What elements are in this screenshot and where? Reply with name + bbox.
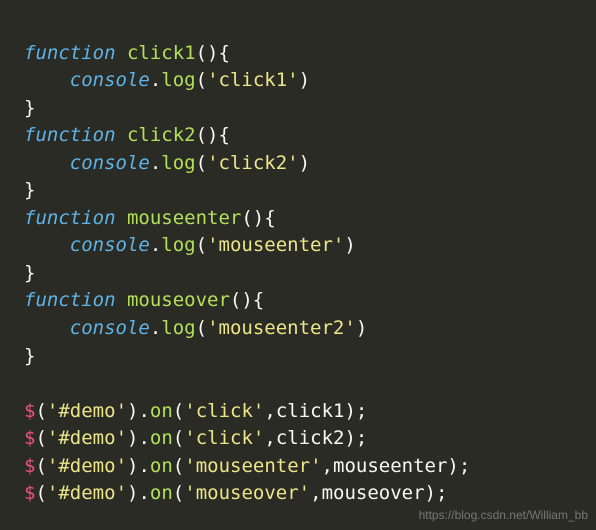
keyword-function: function	[24, 42, 116, 64]
string-literal: mouseenter	[219, 234, 333, 256]
event-string: click	[196, 400, 253, 422]
event-string: mouseover	[196, 482, 299, 504]
selector-string: #demo	[58, 400, 115, 422]
log-method: log	[161, 234, 195, 256]
handler-arg: mouseover	[322, 482, 425, 504]
string-literal: click2	[219, 152, 288, 174]
function-name: mouseover	[127, 289, 230, 311]
jquery-dollar: $	[24, 482, 35, 504]
watermark: https://blog.csdn.net/William_bb	[419, 507, 588, 524]
function-name: click1	[127, 42, 196, 64]
event-string: mouseenter	[196, 455, 310, 477]
code-block: function click1(){ console.log('click1')…	[0, 0, 596, 520]
selector-string: #demo	[58, 427, 115, 449]
keyword-function: function	[24, 124, 116, 146]
console-object: console	[70, 152, 150, 174]
keyword-function: function	[24, 207, 116, 229]
console-object: console	[70, 234, 150, 256]
handler-arg: click1	[276, 400, 345, 422]
log-method: log	[161, 69, 195, 91]
string-literal: click1	[219, 69, 288, 91]
event-string: click	[196, 427, 253, 449]
selector-string: #demo	[58, 455, 115, 477]
log-method: log	[161, 152, 195, 174]
on-method: on	[150, 400, 173, 422]
handler-arg: mouseenter	[333, 455, 447, 477]
on-method: on	[150, 455, 173, 477]
jquery-dollar: $	[24, 427, 35, 449]
console-object: console	[70, 69, 150, 91]
keyword-function: function	[24, 289, 116, 311]
function-name: click2	[127, 124, 196, 146]
on-method: on	[150, 427, 173, 449]
handler-arg: click2	[276, 427, 345, 449]
on-method: on	[150, 482, 173, 504]
jquery-dollar: $	[24, 400, 35, 422]
selector-string: #demo	[58, 482, 115, 504]
console-object: console	[70, 317, 150, 339]
jquery-dollar: $	[24, 455, 35, 477]
function-name: mouseenter	[127, 207, 241, 229]
log-method: log	[161, 317, 195, 339]
string-literal: mouseenter2	[219, 317, 345, 339]
